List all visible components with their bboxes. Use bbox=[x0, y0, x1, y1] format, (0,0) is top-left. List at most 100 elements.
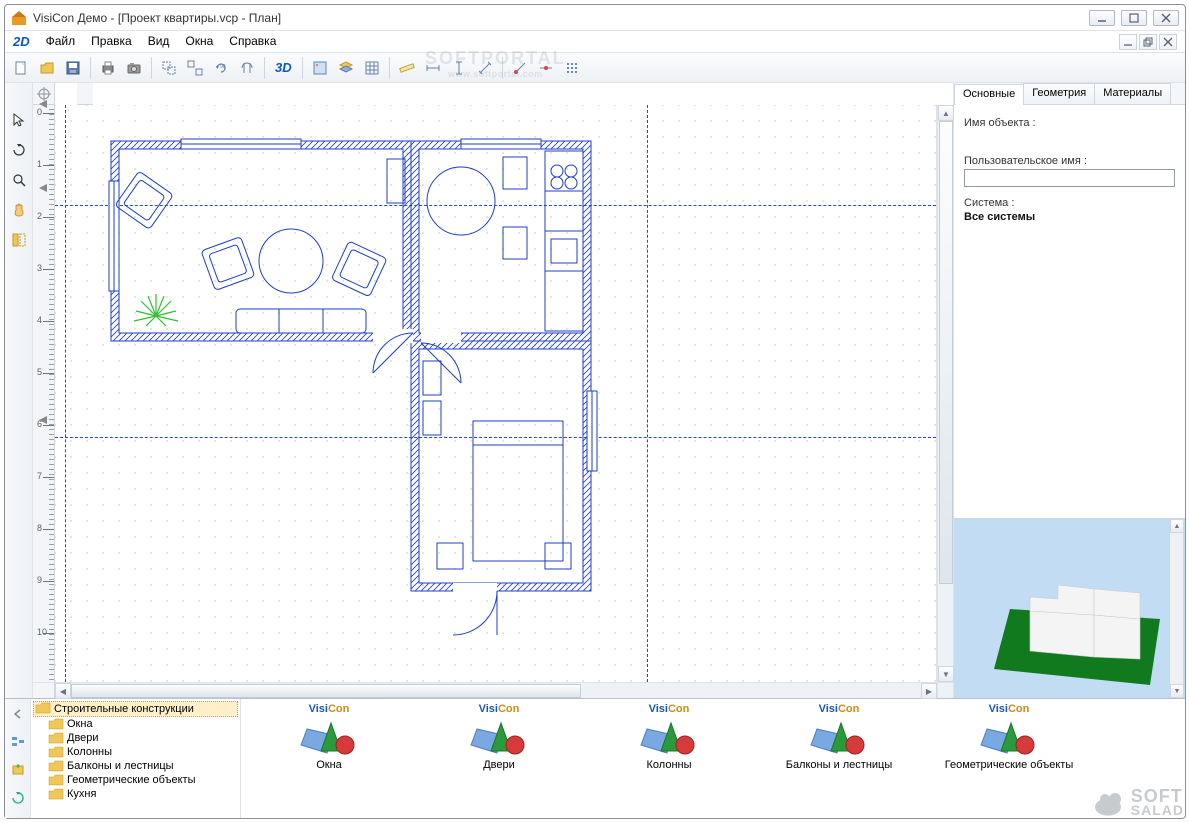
window-minimize-button[interactable] bbox=[1089, 10, 1115, 26]
catalog-item-label: Двери bbox=[483, 759, 515, 771]
lib-tree-button[interactable] bbox=[7, 731, 29, 753]
folder-icon bbox=[49, 788, 63, 800]
catalog-logo: VisiCon bbox=[819, 703, 860, 715]
ruler-v-value: 0 bbox=[37, 107, 42, 117]
rotate-90-button[interactable]: 90 bbox=[209, 56, 233, 80]
ruler-v-value: 2 bbox=[37, 211, 42, 221]
label-object-name: Имя объекта : bbox=[964, 117, 1175, 129]
library-tree[interactable]: Строительные конструкции ОкнаДвериКолонн… bbox=[31, 699, 241, 818]
catalog-logo: VisiCon bbox=[479, 703, 520, 715]
window-close-button[interactable] bbox=[1153, 10, 1179, 26]
3d-mode-button[interactable]: 3D bbox=[270, 56, 297, 80]
catalog-item[interactable]: VisiConГеометрические объекты bbox=[929, 703, 1089, 814]
save-button[interactable] bbox=[61, 56, 85, 80]
scroll-right-button[interactable]: ▶ bbox=[921, 683, 937, 699]
ungroup-button[interactable] bbox=[183, 56, 207, 80]
properties-tabs: Основные Геометрия Материалы bbox=[954, 83, 1185, 105]
label-user-name: Пользовательское имя : bbox=[964, 155, 1175, 167]
mdi-close-button[interactable] bbox=[1159, 34, 1177, 50]
svg-text:90: 90 bbox=[220, 64, 226, 70]
measure-button[interactable] bbox=[395, 56, 419, 80]
watermark-softsalad: SOFTSALAD bbox=[1091, 788, 1184, 817]
lib-add-button[interactable] bbox=[7, 759, 29, 781]
tree-item[interactable]: Геометрические объекты bbox=[33, 773, 238, 787]
camera-button[interactable] bbox=[122, 56, 146, 80]
menu-windows[interactable]: Окна bbox=[177, 31, 221, 52]
menu-help[interactable]: Справка bbox=[221, 31, 284, 52]
snap-grid-button[interactable] bbox=[560, 56, 584, 80]
scroll-left-button[interactable]: ◀ bbox=[55, 683, 71, 699]
label-system: Система : bbox=[964, 197, 1175, 209]
plan-canvas[interactable] bbox=[55, 105, 937, 682]
tree-item[interactable]: Кухня bbox=[33, 787, 238, 801]
group-button[interactable] bbox=[157, 56, 181, 80]
rotate-tool[interactable] bbox=[8, 139, 30, 161]
catalog-item[interactable]: VisiConКолонны bbox=[589, 703, 749, 814]
window-maximize-button[interactable] bbox=[1121, 10, 1147, 26]
canvas-scrollbar-h[interactable]: ◀ ▶ bbox=[55, 682, 937, 698]
folder-icon bbox=[49, 732, 63, 744]
guide-line-v1[interactable] bbox=[65, 105, 66, 682]
catalog-item-label: Колонны bbox=[647, 759, 692, 771]
mode-2d-indicator[interactable]: 2D bbox=[9, 31, 38, 52]
tree-item[interactable]: Двери bbox=[33, 731, 238, 745]
catalog-item-label: Окна bbox=[316, 759, 342, 771]
zoom-tool[interactable] bbox=[8, 169, 30, 191]
catalog-shapes-icon bbox=[639, 715, 699, 757]
dimension-h-button[interactable] bbox=[421, 56, 445, 80]
menu-view[interactable]: Вид bbox=[140, 31, 178, 52]
ruler-v-value: 10 bbox=[37, 627, 47, 637]
catalog-item[interactable]: VisiConОкна bbox=[249, 703, 409, 814]
grid-toggle-button[interactable] bbox=[360, 56, 384, 80]
value-object-name bbox=[964, 131, 1175, 145]
dimension-v-button[interactable] bbox=[447, 56, 471, 80]
menubar: 2D Файл Правка Вид Окна Справка bbox=[5, 31, 1185, 53]
ruler-v-handle-mid1[interactable] bbox=[33, 183, 55, 193]
folder-icon bbox=[49, 718, 63, 730]
ruler-v-value: 8 bbox=[37, 523, 42, 533]
mdi-restore-button[interactable] bbox=[1139, 34, 1157, 50]
scroll-up-button[interactable]: ▲ bbox=[938, 105, 954, 121]
ruler-vertical[interactable]: 012345678910 bbox=[33, 105, 55, 682]
flip-button[interactable] bbox=[235, 56, 259, 80]
tree-item[interactable]: Колонны bbox=[33, 745, 238, 759]
new-file-button[interactable] bbox=[9, 56, 33, 80]
lib-refresh-button[interactable] bbox=[7, 787, 29, 809]
pointer-tool[interactable] bbox=[8, 109, 30, 131]
canvas-scrollbar-v[interactable]: ▲ ▼ bbox=[937, 105, 953, 682]
mirror-tool[interactable] bbox=[8, 229, 30, 251]
lib-back-button[interactable] bbox=[7, 703, 29, 725]
preview-scrollbar-v[interactable]: ▲ ▼ bbox=[1169, 519, 1183, 698]
library-catalog[interactable]: VisiConОкнаVisiConДвериVisiConКолонныVis… bbox=[241, 699, 1185, 818]
ruler-v-value: 5 bbox=[37, 367, 42, 377]
mdi-minimize-button[interactable] bbox=[1119, 34, 1137, 50]
pan-tool[interactable] bbox=[8, 199, 30, 221]
dimension-free-button[interactable] bbox=[473, 56, 497, 80]
preview-3d[interactable]: ▲ ▼ bbox=[954, 518, 1185, 698]
snap-mid-button[interactable] bbox=[534, 56, 558, 80]
view-layers-button[interactable] bbox=[334, 56, 358, 80]
catalog-item[interactable]: VisiCon Двери bbox=[419, 703, 579, 814]
ruler-v-value: 6 bbox=[37, 419, 42, 429]
tab-geometry[interactable]: Геометрия bbox=[1023, 83, 1095, 104]
scroll-down-button[interactable]: ▼ bbox=[938, 666, 954, 682]
main-toolbar: 90 3D bbox=[5, 53, 1185, 83]
snap-endpoint-button[interactable] bbox=[508, 56, 532, 80]
tree-item[interactable]: Балконы и лестницы bbox=[33, 759, 238, 773]
tree-item[interactable]: Окна bbox=[33, 717, 238, 731]
floor-plan bbox=[101, 131, 661, 611]
tree-root[interactable]: Строительные конструкции bbox=[33, 701, 238, 717]
ruler-v-value: 1 bbox=[37, 159, 42, 169]
folder-icon bbox=[49, 774, 63, 786]
properties-panel: Основные Геометрия Материалы Имя объекта… bbox=[953, 83, 1185, 698]
menu-file[interactable]: Файл bbox=[38, 31, 84, 52]
menu-edit[interactable]: Правка bbox=[83, 31, 140, 52]
catalog-shapes-icon bbox=[469, 715, 529, 757]
catalog-item[interactable]: VisiConБалконы и лестницы bbox=[759, 703, 919, 814]
view-top-button[interactable] bbox=[308, 56, 332, 80]
print-button[interactable] bbox=[96, 56, 120, 80]
user-name-field[interactable] bbox=[964, 169, 1175, 187]
tab-materials[interactable]: Материалы bbox=[1094, 83, 1171, 104]
tab-main[interactable]: Основные bbox=[954, 84, 1024, 105]
open-file-button[interactable] bbox=[35, 56, 59, 80]
